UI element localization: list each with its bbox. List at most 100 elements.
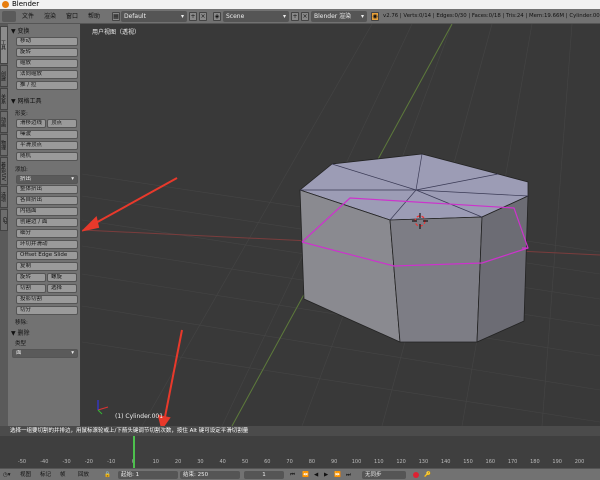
end-frame-field[interactable]: 结束: 250 [180, 471, 240, 479]
smooth-vertex-button[interactable]: 平滑顶点 [16, 141, 78, 150]
start-label: 起始: [121, 472, 134, 478]
jump-end-icon[interactable]: ⏭ [346, 469, 351, 480]
menu-window[interactable]: 窗口 [66, 9, 78, 24]
move-button[interactable]: 移动 [16, 37, 78, 46]
remove-label: 移除: [15, 320, 28, 326]
menu-marker[interactable]: 标记 [40, 469, 51, 480]
menu-playback[interactable]: 回放 [78, 469, 89, 480]
cylinder-right-face [476, 195, 529, 343]
tab-grease-pencil[interactable]: GP [0, 209, 8, 231]
tool-shelf: ▼ 变换 移动 旋转 缩放 法向缩放 推 / 拉 ▼ 网格工具 形变: 滑移边线… [8, 24, 86, 426]
delete-type-dropdown[interactable]: 面 [12, 349, 78, 358]
menu-help[interactable]: 帮助 [88, 9, 100, 24]
timeline-tick: 170 [507, 459, 518, 465]
current-frame-cursor[interactable] [133, 436, 135, 468]
push-pull-button[interactable]: 推 / 拉 [16, 81, 78, 90]
prev-keyframe-icon[interactable]: ⏪ [302, 469, 309, 480]
screw-button[interactable]: 螺旋 [47, 273, 77, 282]
record-icon[interactable] [413, 472, 419, 478]
timeline-tick: -20 [84, 459, 93, 465]
timeline-editor-icon[interactable]: ◷▾ [3, 469, 11, 480]
viewport-canvas [82, 24, 600, 426]
knife-project-button[interactable]: 投影切割 [16, 295, 78, 304]
viewport-title: 用户视图（透视） [92, 29, 141, 36]
knife-select-button[interactable]: 选择 [47, 284, 77, 293]
editor-type-button[interactable] [2, 11, 16, 22]
randomize-button[interactable]: 随机 [16, 152, 78, 161]
remove-scene-icon[interactable]: × [301, 12, 309, 21]
timeline-tick: 160 [485, 459, 496, 465]
scene-dropdown[interactable]: Scene [223, 11, 289, 22]
extrude-dropdown[interactable]: 挤出 [16, 175, 78, 184]
tab-tools[interactable]: 工具 [0, 26, 8, 64]
timeline-tick: -30 [62, 459, 71, 465]
offset-edge-slide-button[interactable]: Offset Edge Slide [16, 251, 78, 260]
menu-file[interactable]: 文件 [22, 9, 34, 24]
duplicate-button[interactable]: 复制 [16, 262, 78, 271]
menu-render[interactable]: 渲染 [44, 9, 56, 24]
play-icon[interactable]: ▶ [324, 469, 328, 480]
timeline-tick: -50 [17, 459, 27, 465]
tab-relations[interactable]: 关系 [0, 88, 8, 110]
loop-cut-slide-button[interactable]: 环切并滑动 [16, 240, 78, 249]
3d-viewport[interactable]: 用户视图（透视） (1) Cylinder.001 [82, 24, 600, 426]
tab-physics[interactable]: 物理 [0, 134, 8, 156]
operator-hint-bar: 选择一组要切割的并排边，用鼠标滚轮或上/下箭头键调节切割次数，按住 Alt 键可… [0, 426, 600, 436]
timeline-tick: 110 [374, 459, 384, 465]
scale-button[interactable]: 缩放 [16, 59, 78, 68]
current-frame-field[interactable]: 1 [244, 471, 284, 479]
active-object-label: (1) Cylinder.001 [115, 413, 164, 420]
shrink-fatten-button[interactable]: 法向缩放 [16, 70, 78, 79]
bisect-button[interactable]: 切分 [16, 306, 78, 315]
timeline-tick: 100 [351, 459, 362, 465]
remove-layout-icon[interactable]: × [199, 12, 207, 21]
add-scene-icon[interactable]: + [291, 12, 299, 21]
render-engine-dropdown[interactable]: Blender 渲染 [311, 11, 367, 22]
tab-options[interactable]: 选项 [0, 186, 8, 208]
start-frame-field[interactable]: 起始: 1 [118, 471, 178, 479]
mesh-tools-header[interactable]: ▼ 网格工具 [11, 96, 42, 105]
menu-view[interactable]: 视图 [20, 469, 31, 480]
timeline-tick: 120 [396, 459, 406, 465]
info-header: 文件 渲染 窗口 帮助 ▦ Default + × ◈ Scene + × Bl… [0, 9, 600, 24]
transform-header[interactable]: ▼ 变换 [11, 26, 30, 35]
type-label: 类型 [15, 341, 27, 347]
menu-frame[interactable]: 帧 [60, 469, 66, 480]
sync-mode-dropdown[interactable]: 无同步 [362, 471, 406, 479]
timeline-tick: 20 [174, 459, 182, 465]
lock-range-icon[interactable]: 🔒 [104, 469, 111, 480]
timeline-tick: 40 [219, 459, 226, 465]
make-edge-face-button[interactable]: 创建边 / 面 [16, 218, 78, 227]
noise-button[interactable]: 噪波 [16, 130, 78, 139]
extrude-region-button[interactable]: 整体挤出 [16, 185, 78, 194]
spin-button[interactable]: 旋转 [16, 273, 46, 282]
vertex-slide-button[interactable]: 顶点 [47, 119, 77, 128]
timeline[interactable]: -50-40-30-20-100102030405060708090100110… [0, 436, 600, 468]
tab-animation[interactable]: 动画 [0, 111, 8, 133]
timeline-tick: 60 [264, 459, 271, 465]
scene-icon[interactable]: ◈ [213, 12, 221, 21]
blender-logo-icon [2, 1, 9, 8]
timeline-tick: 70 [286, 459, 293, 465]
tab-create[interactable]: 创建 [0, 65, 8, 87]
extrude-individual-button[interactable]: 各自挤出 [16, 196, 78, 205]
add-label: 添加: [15, 167, 28, 173]
timeline-header: ◷▾ 视图 标记 帧 回放 🔒 起始: 1 结束: 250 1 ⏮ ⏪ ◀ ▶ … [0, 468, 600, 480]
knife-button[interactable]: 切割 [16, 284, 46, 293]
next-keyframe-icon[interactable]: ⏩ [334, 469, 341, 480]
tab-shading-uv[interactable]: 着色/UV [0, 157, 8, 185]
layout-grid-icon[interactable]: ▦ [112, 12, 120, 21]
deform-label: 形变: [15, 111, 28, 117]
play-reverse-icon[interactable]: ◀ [314, 469, 318, 480]
inset-faces-button[interactable]: 内插面 [16, 207, 78, 216]
add-layout-icon[interactable]: + [189, 12, 197, 21]
delete-header[interactable]: ▼ 删除 [11, 328, 30, 337]
keying-set-icon[interactable]: 🔑 [424, 469, 431, 480]
rotate-button[interactable]: 旋转 [16, 48, 78, 57]
layout-dropdown[interactable]: Default [121, 11, 187, 22]
timeline-tick: 90 [331, 459, 338, 465]
jump-start-icon[interactable]: ⏮ [290, 469, 295, 480]
edge-slide-button[interactable]: 滑移边线 [16, 119, 46, 128]
subdivide-button[interactable]: 细分 [16, 229, 78, 238]
timeline-tick: -10 [107, 459, 116, 465]
